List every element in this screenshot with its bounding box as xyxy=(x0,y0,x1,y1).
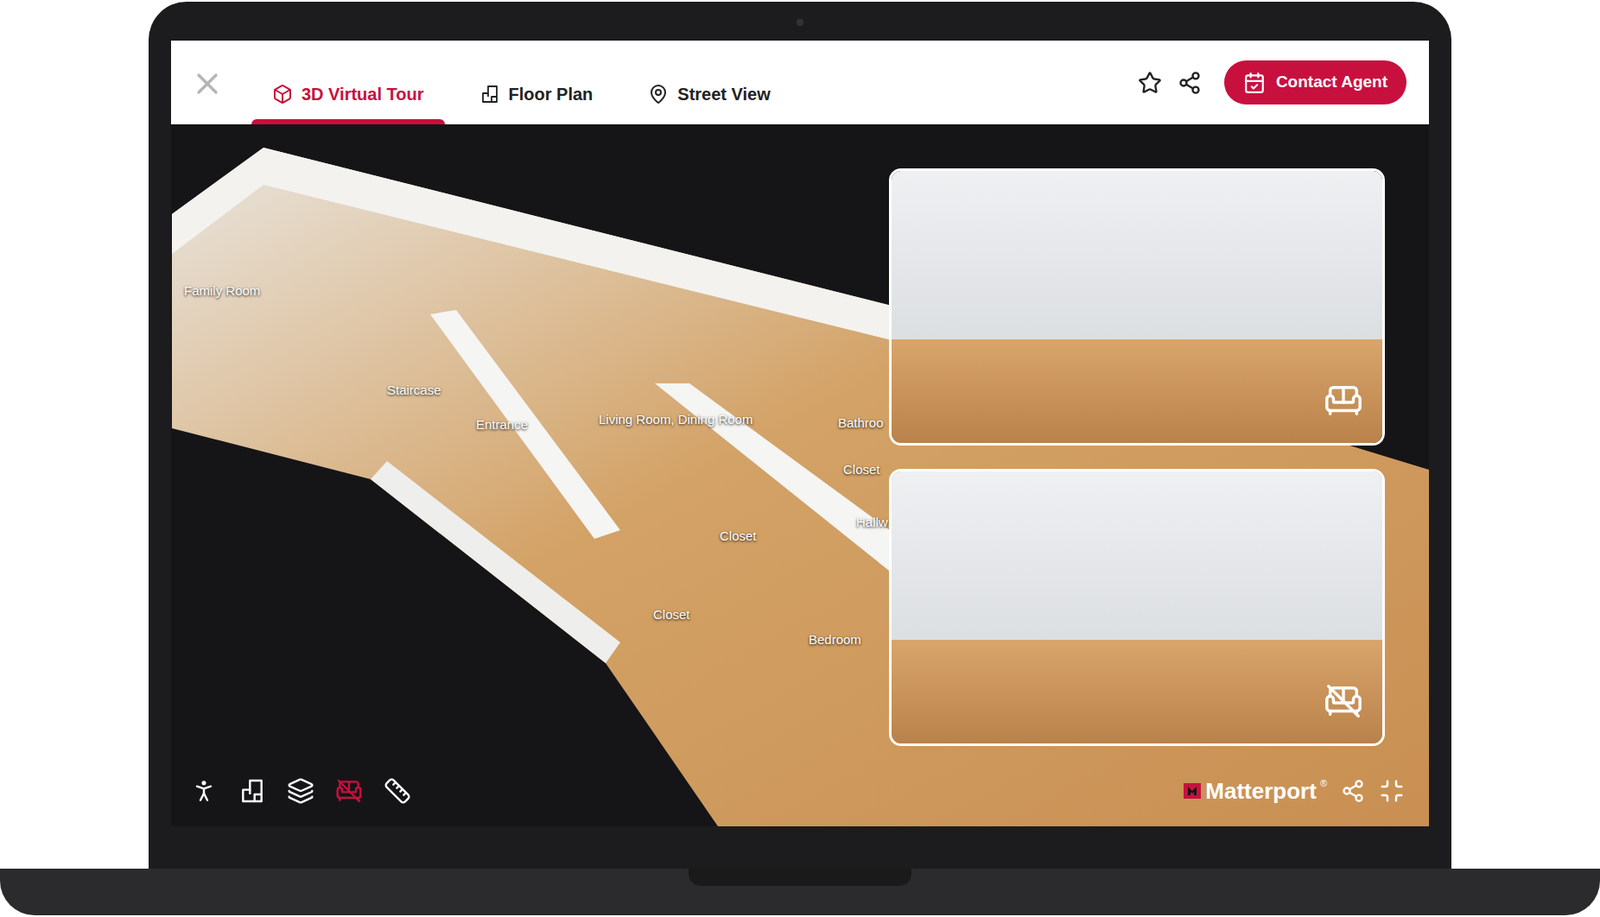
sofa-icon xyxy=(1323,380,1364,421)
laptop-base xyxy=(0,869,1600,916)
tool-button[interactable] xyxy=(185,773,223,810)
layers-icon xyxy=(286,777,315,806)
room-label[interactable]: Entrance xyxy=(476,415,528,436)
room-label[interactable]: Closet xyxy=(843,460,881,481)
share-icon[interactable] xyxy=(1340,779,1366,804)
map-pin-icon xyxy=(647,83,669,105)
tab[interactable]: Floor Plan xyxy=(458,40,615,125)
sofa-off-icon xyxy=(1323,681,1364,722)
room-label[interactable]: Closet xyxy=(719,526,757,547)
matterport-logo[interactable]: Matterport® xyxy=(1182,774,1327,809)
cube-icon xyxy=(272,83,293,105)
collapse-icon[interactable] xyxy=(1378,778,1405,805)
favorite-star-icon[interactable] xyxy=(1137,70,1162,96)
laptop-lid: 3D Virtual TourFloor PlanStreet View Cont… xyxy=(148,1,1452,870)
tool-button[interactable] xyxy=(234,773,271,810)
floor-plan-icon xyxy=(479,83,501,105)
floor-plan-icon xyxy=(238,777,267,806)
tour-viewer[interactable]: Family Room Staircase Entrance Living Room,… xyxy=(171,124,1429,827)
tool-button[interactable] xyxy=(330,773,368,810)
sofa-off-icon xyxy=(335,777,363,806)
tool-button[interactable] xyxy=(282,773,319,810)
ruler-icon xyxy=(383,777,412,806)
room-photo-thumbnail[interactable] xyxy=(888,168,1385,446)
page: 3D Virtual TourFloor PlanStreet View Cont… xyxy=(0,0,1600,917)
share-icon[interactable] xyxy=(1177,70,1202,96)
bottom-toolbar: Matterport® xyxy=(185,773,1405,810)
tool-button[interactable] xyxy=(379,773,416,810)
room-photo-thumbnail[interactable] xyxy=(888,469,1385,747)
header-bar: 3D Virtual TourFloor PlanStreet View Cont… xyxy=(171,40,1429,125)
tab-list: 3D Virtual TourFloor PlanStreet View xyxy=(251,40,792,125)
screen: 3D Virtual TourFloor PlanStreet View Cont… xyxy=(171,40,1429,827)
camera xyxy=(796,19,804,26)
room-label[interactable]: Family Room xyxy=(184,281,261,302)
close-icon[interactable] xyxy=(190,66,225,102)
room-label[interactable]: Closet xyxy=(653,605,691,626)
tab[interactable]: 3D Virtual Tour xyxy=(251,40,445,125)
tab[interactable]: Street View xyxy=(627,40,791,125)
walk-icon xyxy=(190,777,218,806)
room-label[interactable]: Hallw xyxy=(856,513,889,534)
room-label[interactable]: Staircase xyxy=(387,380,442,401)
room-label[interactable]: Living Room, Dining Room xyxy=(598,410,753,431)
laptop-notch xyxy=(688,869,912,887)
room-label[interactable]: Bathroo xyxy=(838,413,884,434)
matterport-mark-icon xyxy=(1182,781,1202,801)
room-label[interactable]: Bedroom xyxy=(808,630,862,651)
calendar-icon xyxy=(1243,71,1266,95)
contact-agent-button[interactable]: Contact Agent xyxy=(1224,60,1407,105)
